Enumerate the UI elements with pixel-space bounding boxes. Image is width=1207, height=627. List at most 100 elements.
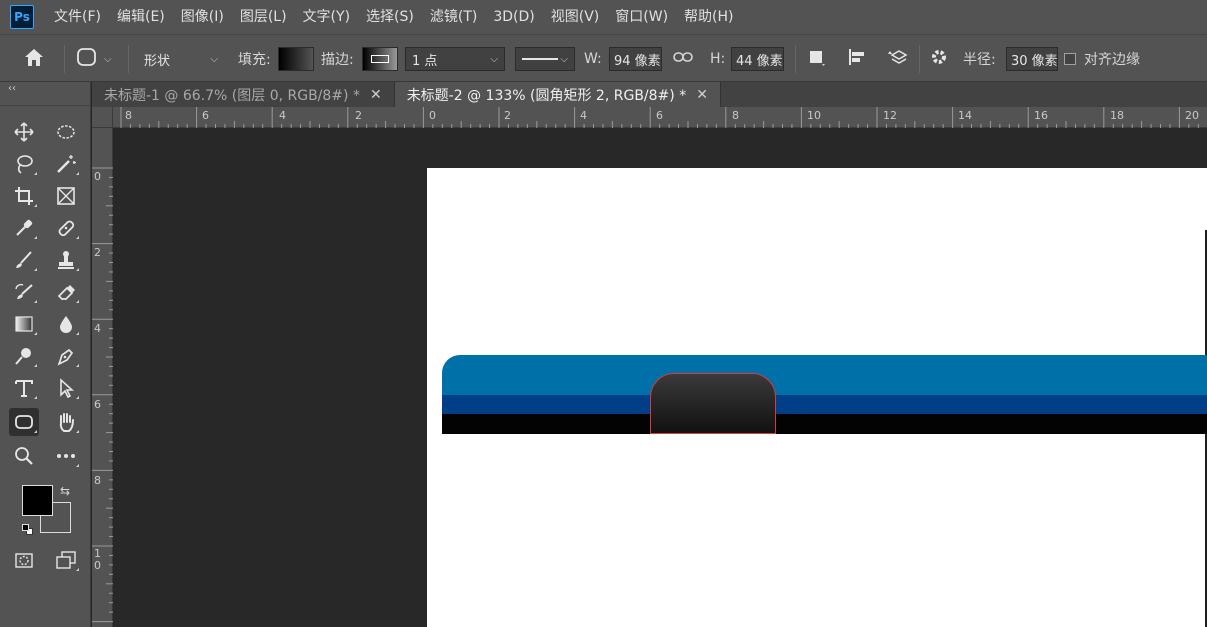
rounded-rectangle-2-shape[interactable] — [650, 373, 776, 434]
dodge-tool[interactable] — [9, 342, 39, 370]
magnifier-icon — [15, 447, 33, 465]
type-tool[interactable] — [9, 374, 39, 402]
menu-help[interactable]: 帮助(H) — [676, 0, 741, 34]
width-field[interactable]: 94 像素 — [609, 35, 662, 83]
horizontal-ruler[interactable]: 8 6 4 2 0 2 4 6 8 10 12 14 16 18 20 — [113, 107, 1207, 128]
width-value: 94 像素 — [609, 47, 662, 71]
divider — [64, 45, 65, 73]
quick-mask-button[interactable] — [9, 546, 39, 574]
mode-select[interactable]: 形状 ⌵ — [138, 35, 224, 83]
ruler-label: 0 — [429, 109, 436, 122]
path-arrangement-button[interactable] — [886, 35, 910, 83]
divider — [128, 45, 129, 73]
height-field[interactable]: 44 像素 — [731, 35, 784, 83]
height-label: H: — [710, 51, 726, 67]
menu-select[interactable]: 选择(S) — [358, 0, 422, 34]
height-value: 44 像素 — [731, 47, 784, 71]
close-icon[interactable]: ✕ — [696, 87, 708, 103]
crop-icon — [15, 187, 33, 205]
menu-edit[interactable]: 编辑(E) — [109, 0, 173, 34]
fill-swatch[interactable] — [278, 35, 314, 83]
eyedropper-tool[interactable] — [9, 214, 39, 242]
type-icon — [15, 380, 33, 397]
menu-layer[interactable]: 图层(L) — [232, 0, 295, 34]
align-left-icon — [846, 46, 868, 72]
rounded-rectangle-tool[interactable] — [9, 408, 39, 436]
path-operations-button[interactable] — [806, 35, 828, 83]
stroke-width-value: 1 点 — [412, 53, 438, 69]
home-button[interactable] — [22, 35, 46, 83]
stroke-swatch[interactable] — [362, 35, 398, 83]
default-colors-icon[interactable] — [22, 524, 34, 536]
history-brush-tool[interactable] — [9, 278, 39, 306]
navy-stripe-shape[interactable] — [442, 395, 1207, 414]
zoom-tool[interactable] — [9, 442, 39, 470]
healing-brush-tool[interactable] — [51, 214, 81, 242]
blue-bar-shape[interactable] — [442, 355, 1207, 395]
settings-button[interactable] — [929, 35, 951, 83]
black-stripe-shape[interactable] — [442, 414, 1207, 434]
blur-tool[interactable] — [51, 310, 81, 338]
move-tool[interactable] — [9, 118, 39, 146]
swap-colors-icon[interactable]: ⇆ — [60, 484, 70, 498]
tool-preset-picker[interactable]: ⌵ — [76, 35, 112, 83]
ruler-label: 8 — [732, 109, 739, 122]
magic-wand-tool[interactable] — [51, 150, 81, 178]
link-dimensions-button[interactable] — [672, 35, 694, 83]
menu-file[interactable]: 文件(F) — [46, 0, 109, 34]
menu-view[interactable]: 视图(V) — [543, 0, 608, 34]
crop-tool[interactable] — [9, 182, 39, 210]
hand-tool[interactable] — [51, 408, 81, 436]
eraser-tool[interactable] — [51, 278, 81, 306]
radius-field[interactable]: 30 像素 — [1006, 35, 1058, 83]
ruler-label: 10 — [94, 547, 101, 572]
stroke-width-field[interactable]: 1 点 ⌵ — [405, 35, 505, 83]
pen-tool[interactable] — [51, 342, 81, 370]
mode-select-value: 形状 — [144, 53, 171, 69]
panel-collapse-handle[interactable]: ‹‹ — [0, 82, 90, 106]
chevron-down-icon: ⌵ — [560, 53, 568, 65]
lasso-tool[interactable] — [9, 150, 39, 178]
marquee-tool[interactable] — [51, 118, 81, 146]
more-tools-button[interactable] — [51, 442, 81, 470]
quick-mask-icon — [15, 553, 33, 568]
gradient-icon — [15, 316, 33, 332]
ruler-label: 0 — [94, 170, 101, 183]
brush-tool[interactable] — [9, 246, 39, 274]
path-alignment-button[interactable] — [846, 35, 868, 83]
ruler-label: 4 — [580, 109, 587, 122]
ruler-label: 16 — [1034, 109, 1048, 122]
menu-filter[interactable]: 滤镜(T) — [422, 0, 485, 34]
brush-icon — [16, 251, 32, 268]
document-tabs: 未标题-1 @ 66.7% (图层 0, RGB/8#) * ✕ 未标题-2 @… — [92, 82, 1207, 107]
ruler-origin[interactable] — [92, 107, 113, 128]
drop-icon — [60, 316, 72, 333]
history-brush-icon — [15, 283, 33, 299]
clone-stamp-tool[interactable] — [51, 246, 81, 274]
canvas-workarea[interactable] — [113, 128, 1207, 627]
align-edges-checkbox[interactable]: 对齐边缘 — [1064, 35, 1140, 83]
vertical-ruler[interactable]: 0 2 4 6 8 10 — [92, 128, 113, 627]
menu-image[interactable]: 图像(I) — [173, 0, 232, 34]
stroke-style-select[interactable]: ⌵ — [515, 35, 575, 83]
tab-label: 未标题-1 @ 66.7% (图层 0, RGB/8#) * — [104, 87, 360, 104]
tab-document-1[interactable]: 未标题-1 @ 66.7% (图层 0, RGB/8#) * ✕ — [92, 82, 395, 107]
foreground-color-swatch[interactable] — [22, 485, 53, 516]
path-selection-tool[interactable] — [51, 374, 81, 402]
frame-tool[interactable] — [51, 182, 81, 210]
menu-window[interactable]: 窗口(W) — [607, 0, 676, 34]
ruler-label: 2 — [94, 246, 101, 259]
tab-document-2[interactable]: 未标题-2 @ 133% (圆角矩形 2, RGB/8#) * ✕ — [394, 82, 721, 107]
menu-type[interactable]: 文字(Y) — [295, 0, 358, 34]
arrow-cursor-icon — [60, 378, 75, 399]
move-icon — [14, 122, 34, 142]
ruler-label: 4 — [279, 109, 286, 122]
options-bar: ⌵ 形状 ⌵ 填充: 描边: 1 点 ⌵ ⌵ W: 94 像素 H: 44 像素… — [0, 34, 1207, 82]
ruler-label: 8 — [125, 109, 132, 122]
menu-bar: Ps 文件(F) 编辑(E) 图像(I) 图层(L) 文字(Y) 选择(S) 滤… — [0, 0, 1207, 34]
menu-3d[interactable]: 3D(D) — [485, 0, 542, 34]
pen-icon — [57, 348, 74, 366]
screen-mode-button[interactable] — [51, 546, 81, 574]
gradient-tool[interactable] — [9, 310, 39, 338]
close-icon[interactable]: ✕ — [370, 87, 382, 103]
